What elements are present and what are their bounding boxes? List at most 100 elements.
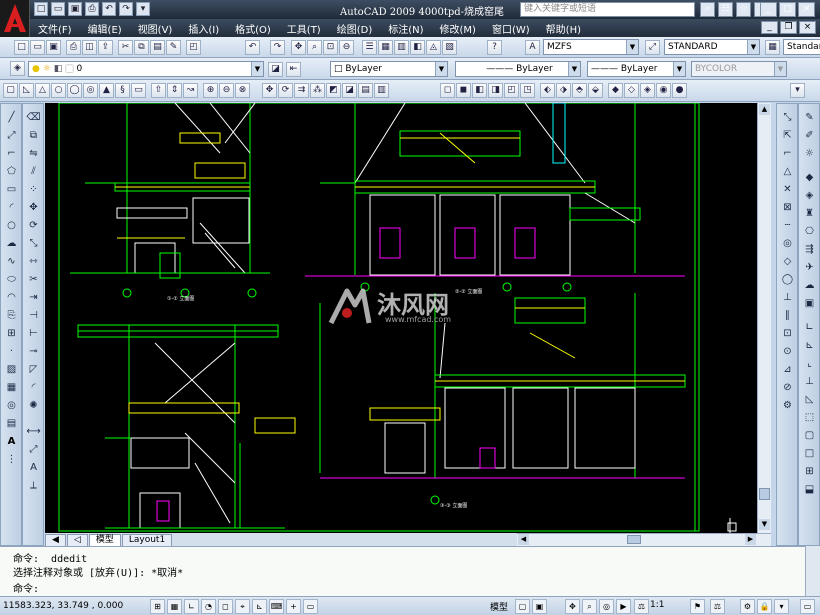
annotation-scale-icon[interactable]: ⚖	[634, 599, 649, 614]
snap-from-icon[interactable]: ⇱	[779, 128, 796, 144]
copy-object-icon[interactable]: ⧉	[25, 128, 42, 144]
communication-icon[interactable]: ☷	[718, 2, 733, 17]
minimize-icon[interactable]: _	[760, 2, 777, 17]
torus-icon[interactable]: ◎	[83, 83, 98, 98]
tab-model[interactable]: 模型	[88, 534, 121, 546]
ucs-3point-icon[interactable]: ◺	[801, 392, 818, 408]
object-snap-icon[interactable]: ◻	[218, 599, 233, 614]
redo-icon[interactable]: ↷	[119, 2, 133, 16]
3d-rotate-icon[interactable]: ⟳	[278, 83, 293, 98]
view-top-icon[interactable]: ◻	[440, 83, 455, 98]
annotation-scale[interactable]: 1:1	[650, 600, 664, 610]
lineweight-icon[interactable]: +	[286, 599, 301, 614]
snap-parallel-icon[interactable]: ∥	[779, 308, 796, 324]
block-editor-icon[interactable]: ◰	[186, 40, 201, 55]
autocad-logo[interactable]	[0, 0, 30, 40]
polar-tracking-icon[interactable]: ◔	[201, 599, 216, 614]
chamfer-icon[interactable]: ◸	[25, 362, 42, 378]
sw-iso-icon[interactable]: ⬖	[540, 83, 555, 98]
undo-icon[interactable]: ↶	[102, 2, 116, 16]
extrude-icon[interactable]: ⇧	[151, 83, 166, 98]
zoom-window-icon[interactable]: ⊡	[323, 40, 338, 55]
view-manager-icon[interactable]: ▣	[801, 296, 818, 312]
scroll-left-icon[interactable]: ◀	[518, 534, 529, 545]
undo-icon[interactable]: ↶	[245, 40, 260, 55]
se-iso-icon[interactable]: ⬗	[556, 83, 571, 98]
menu-insert[interactable]: 插入(I)	[180, 21, 227, 36]
dimension-linear-icon[interactable]: ⟷	[25, 424, 42, 440]
shade-hidden-icon[interactable]: ◈	[640, 83, 655, 98]
workspace-icon[interactable]: ⚙	[740, 599, 755, 614]
offset-icon[interactable]: ⫽	[25, 164, 42, 180]
dim-style-select[interactable]: STANDARD ▼	[664, 39, 760, 55]
material-icon[interactable]: ◆	[801, 170, 818, 186]
arc-icon[interactable]: ◜	[3, 200, 20, 216]
scroll-down-icon[interactable]: ▼	[759, 519, 770, 530]
trim-icon[interactable]: ✂	[25, 272, 42, 288]
layer-manager-icon[interactable]: ◈	[10, 61, 25, 76]
planar-surface-icon[interactable]: ▭	[131, 83, 146, 98]
showmotion-icon[interactable]: ▶	[616, 599, 631, 614]
paint-brush-icon[interactable]: ✎	[801, 110, 818, 126]
menu-view[interactable]: 视图(V)	[130, 21, 181, 36]
text-style-icon[interactable]: A	[525, 40, 540, 55]
ellipse-icon[interactable]: ⬭	[3, 272, 20, 288]
toolbar-dropdown-icon[interactable]: ▾	[790, 83, 805, 98]
gradient-icon[interactable]: ▦	[3, 380, 20, 396]
publish-icon[interactable]: ⇪	[98, 40, 113, 55]
region-icon[interactable]: ◎	[3, 398, 20, 414]
dimension-aligned-icon[interactable]: ⤢	[25, 442, 42, 458]
ucs-origin-icon[interactable]: ⌞	[801, 356, 818, 372]
ucs-icon[interactable]: ∟	[801, 320, 818, 336]
mirror-icon[interactable]: ⇋	[25, 146, 42, 162]
snap-settings-icon[interactable]: ⚙	[779, 398, 796, 414]
thicken-icon[interactable]: ▤	[358, 83, 373, 98]
make-object-layer-current-icon[interactable]: ◪	[268, 62, 283, 77]
ne-iso-icon[interactable]: ⬘	[572, 83, 587, 98]
ellipse-arc-icon[interactable]: ◠	[3, 290, 20, 306]
viewport-multiple-icon[interactable]: ⊞	[801, 464, 818, 480]
3d-move-icon[interactable]: ✥	[262, 83, 277, 98]
snap-none-icon[interactable]: ⊘	[779, 380, 796, 396]
layer-select[interactable]: ● ☼ ◧ ■ 0 ▼	[28, 61, 264, 77]
dynamic-input-icon[interactable]: ⌨	[269, 599, 284, 614]
scroll-thumb[interactable]	[627, 535, 641, 544]
construction-line-icon[interactable]: ⤢	[3, 128, 20, 144]
markup-icon[interactable]: ◬	[426, 40, 441, 55]
layout-viewport-icon[interactable]: ▢	[801, 428, 818, 444]
menu-modify[interactable]: 修改(M)	[432, 21, 484, 36]
open-icon[interactable]: ▭	[51, 2, 65, 16]
tool-palettes-icon[interactable]: ▥	[394, 40, 409, 55]
menu-draw[interactable]: 绘图(D)	[329, 21, 381, 36]
nav-prev-icon[interactable]: ◁	[66, 534, 88, 546]
fillet-icon[interactable]: ◜	[25, 380, 42, 396]
new-icon[interactable]: □	[34, 2, 48, 16]
table-style-select[interactable]: Standar	[783, 39, 820, 55]
model-space-button[interactable]: 模型	[490, 600, 508, 613]
cut-icon[interactable]: ✂	[118, 40, 133, 55]
snap-midpoint-icon[interactable]: △	[779, 164, 796, 180]
3d-align-icon[interactable]: ⇉	[294, 83, 309, 98]
3d-array-icon[interactable]: ⁂	[310, 83, 325, 98]
match-properties-icon[interactable]: ✎	[166, 40, 181, 55]
revision-cloud-icon[interactable]: ☁	[3, 236, 20, 252]
scale-icon[interactable]: ⤡	[25, 236, 42, 252]
quickcalc-icon[interactable]: ▧	[442, 40, 457, 55]
sheet-set-icon[interactable]: ◧	[410, 40, 425, 55]
view-back-icon[interactable]: ◳	[520, 83, 535, 98]
view-left-icon[interactable]: ◧	[472, 83, 487, 98]
copy-icon[interactable]: ⧉	[134, 40, 149, 55]
menu-help[interactable]: 帮助(H)	[538, 21, 589, 36]
steering-wheel-icon[interactable]: ◎	[599, 599, 614, 614]
zoom-icon[interactable]: ⌕	[582, 599, 597, 614]
break-icon[interactable]: ⊢	[25, 326, 42, 342]
preview-icon[interactable]: ◫	[82, 40, 97, 55]
menu-dimension[interactable]: 标注(N)	[380, 21, 431, 36]
command-window[interactable]: 命令: ddedit 选择注释对象或 [放弃(U)]: *取消* 命令:	[0, 546, 805, 596]
cone-icon[interactable]: △	[35, 83, 50, 98]
snap-insert-icon[interactable]: ⊡	[779, 326, 796, 342]
save-icon[interactable]: ▣	[46, 40, 61, 55]
stretch-icon[interactable]: ⇿	[25, 254, 42, 270]
menu-format[interactable]: 格式(O)	[227, 21, 279, 36]
color-select[interactable]: □ ByLayer ▼	[330, 61, 448, 77]
